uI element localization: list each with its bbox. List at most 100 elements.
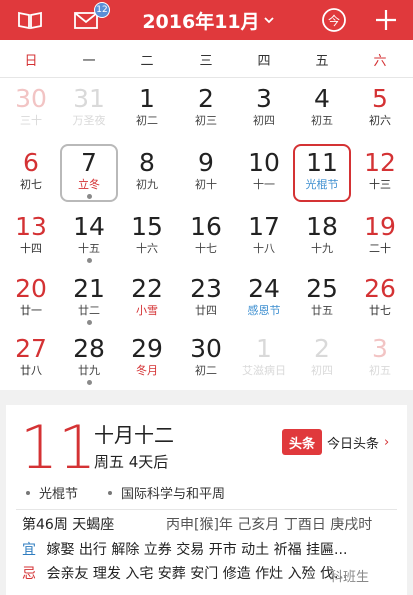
book-icon[interactable] <box>14 5 46 35</box>
calendar-day-cell[interactable]: 12 十三 <box>351 144 409 202</box>
day-number: 22 <box>131 274 163 303</box>
calendar-day-cell[interactable]: 2 初三 <box>177 80 235 138</box>
lunar-label: 初十 <box>195 178 217 191</box>
lunar-label: 十一 <box>253 178 275 191</box>
calendar-day-cell[interactable]: 4 初五 <box>293 80 351 138</box>
lunar-label: 廿二 <box>78 304 100 317</box>
calendar-day-cell[interactable]: 5 初六 <box>351 80 409 138</box>
yi-label: 宜 <box>22 542 36 558</box>
day-number: 15 <box>131 212 163 241</box>
calendar-day-cell[interactable]: 8 初九 <box>118 144 176 202</box>
calendar-day-cell[interactable]: 1 初二 <box>118 80 176 138</box>
day-number: 2 <box>314 334 330 363</box>
calendar-day-cell[interactable]: 9 初十 <box>177 144 235 202</box>
lunar-label: 初九 <box>136 178 158 191</box>
ji-row[interactable]: 忌 会亲友 理发 入宅 安葬 安门 修造 作灶 入殓 伐... <box>22 563 347 583</box>
calendar-day-cell[interactable]: 11 光棍节 <box>293 144 351 202</box>
today-icon[interactable]: 今 <box>318 5 350 35</box>
week-info: 周五 4天后 <box>94 453 169 471</box>
day-number: 12 <box>364 148 396 177</box>
day-number: 29 <box>131 334 163 363</box>
day-number: 31 <box>73 84 105 113</box>
lunar-label: 廿五 <box>311 304 333 317</box>
day-number: 6 <box>23 148 39 177</box>
calendar-day-cell[interactable]: 29 冬月 <box>118 330 176 388</box>
day-number: 7 <box>81 148 97 177</box>
lunar-label: 廿八 <box>20 364 42 377</box>
festival-item: 光棍节 <box>39 487 79 502</box>
calendar-day-cell[interactable]: 24 感恩节 <box>235 270 293 328</box>
calendar-day-cell[interactable]: 22 小雪 <box>118 270 176 328</box>
festival-label: 万圣夜 <box>72 114 106 127</box>
weekday-label: 六 <box>373 54 387 69</box>
day-number: 3 <box>256 84 272 113</box>
calendar-day-cell[interactable]: 21 廿二 <box>60 270 118 328</box>
weekday-label: 日 <box>24 54 38 69</box>
watermark-text: 科班生 <box>330 570 370 585</box>
lunar-label: 初四 <box>253 114 275 127</box>
calendar-day-cell[interactable]: 31 万圣夜 <box>60 80 118 138</box>
day-number: 9 <box>198 148 214 177</box>
festival-label: 感恩节 <box>247 304 281 317</box>
lunar-label: 初三 <box>195 114 217 127</box>
day-number: 18 <box>306 212 338 241</box>
calendar-day-cell[interactable]: 14 十五 <box>60 208 118 266</box>
lunar-label: 十四 <box>20 242 42 255</box>
detail-day-number: 11 <box>20 413 97 483</box>
day-number: 20 <box>15 274 47 303</box>
calendar-day-cell[interactable]: 10 十一 <box>235 144 293 202</box>
calendar-day-cell[interactable]: 25 廿五 <box>293 270 351 328</box>
day-number: 1 <box>256 334 272 363</box>
weekday-label: 四 <box>257 54 271 69</box>
today-label: 今 <box>327 13 340 28</box>
calendar-day-cell[interactable]: 15 十六 <box>118 208 176 266</box>
calendar-day-cell[interactable]: 23 廿四 <box>177 270 235 328</box>
day-number: 23 <box>190 274 222 303</box>
calendar-day-cell[interactable]: 13 十四 <box>2 208 60 266</box>
plus-icon[interactable] <box>370 5 402 35</box>
lunar-label: 初二 <box>195 364 217 377</box>
day-number: 24 <box>248 274 280 303</box>
chevron-down-icon <box>264 13 274 27</box>
calendar-day-cell[interactable]: 30 初二 <box>177 330 235 388</box>
calendar-day-cell[interactable]: 26 廿七 <box>351 270 409 328</box>
calendar-day-cell[interactable]: 2 初四 <box>293 330 351 388</box>
calendar-day-cell[interactable]: 16 十七 <box>177 208 235 266</box>
festival-item: 国际科学与和平周 <box>121 487 226 502</box>
day-number: 26 <box>364 274 396 303</box>
day-number: 10 <box>248 148 280 177</box>
toutiao-label: 今日头条 <box>327 436 380 452</box>
toutiao-link[interactable]: 头条 今日头条 › <box>282 427 389 457</box>
calendar-day-cell[interactable]: 28 廿九 <box>60 330 118 388</box>
day-number: 11 <box>306 148 338 177</box>
day-number: 28 <box>73 334 105 363</box>
calendar-day-cell[interactable]: 1 艾滋病日 <box>235 330 293 388</box>
calendar-day-cell[interactable]: 19 二十 <box>351 208 409 266</box>
day-number: 4 <box>314 84 330 113</box>
chevron-right-icon: › <box>384 434 390 450</box>
lunar-label: 初二 <box>136 114 158 127</box>
calendar-day-cell[interactable]: 17 十八 <box>235 208 293 266</box>
calendar-day-cell[interactable]: 3 初四 <box>235 80 293 138</box>
calendar-day-cell[interactable]: 20 廿一 <box>2 270 60 328</box>
week-number: 第46周 天蝎座 <box>22 517 115 533</box>
calendar-day-cell[interactable]: 3 初五 <box>351 330 409 388</box>
lunar-label: 廿七 <box>369 304 391 317</box>
ji-label: 忌 <box>22 566 36 582</box>
calendar-day-cell[interactable]: 7 立冬 <box>60 144 118 202</box>
day-number: 14 <box>73 212 105 241</box>
weekday-label: 五 <box>315 54 329 69</box>
day-number: 16 <box>190 212 222 241</box>
yi-row[interactable]: 宜 嫁娶 出行 解除 立券 交易 开市 动土 祈福 挂匾... <box>22 539 347 559</box>
lunar-label: 十五 <box>78 242 100 255</box>
calendar-day-cell[interactable]: 6 初七 <box>2 144 60 202</box>
lunar-label: 廿四 <box>195 304 217 317</box>
day-number: 25 <box>306 274 338 303</box>
calendar-day-cell[interactable]: 30 三十 <box>2 80 60 138</box>
lunar-label: 三十 <box>20 114 42 127</box>
lunar-label: 廿九 <box>78 364 100 377</box>
ji-items: 会亲友 理发 入宅 安葬 安门 修造 作灶 入殓 伐... <box>46 566 348 582</box>
calendar-day-cell[interactable]: 27 廿八 <box>2 330 60 388</box>
calendar-day-cell[interactable]: 18 十九 <box>293 208 351 266</box>
month-title[interactable]: 2016年11月 <box>138 6 278 34</box>
